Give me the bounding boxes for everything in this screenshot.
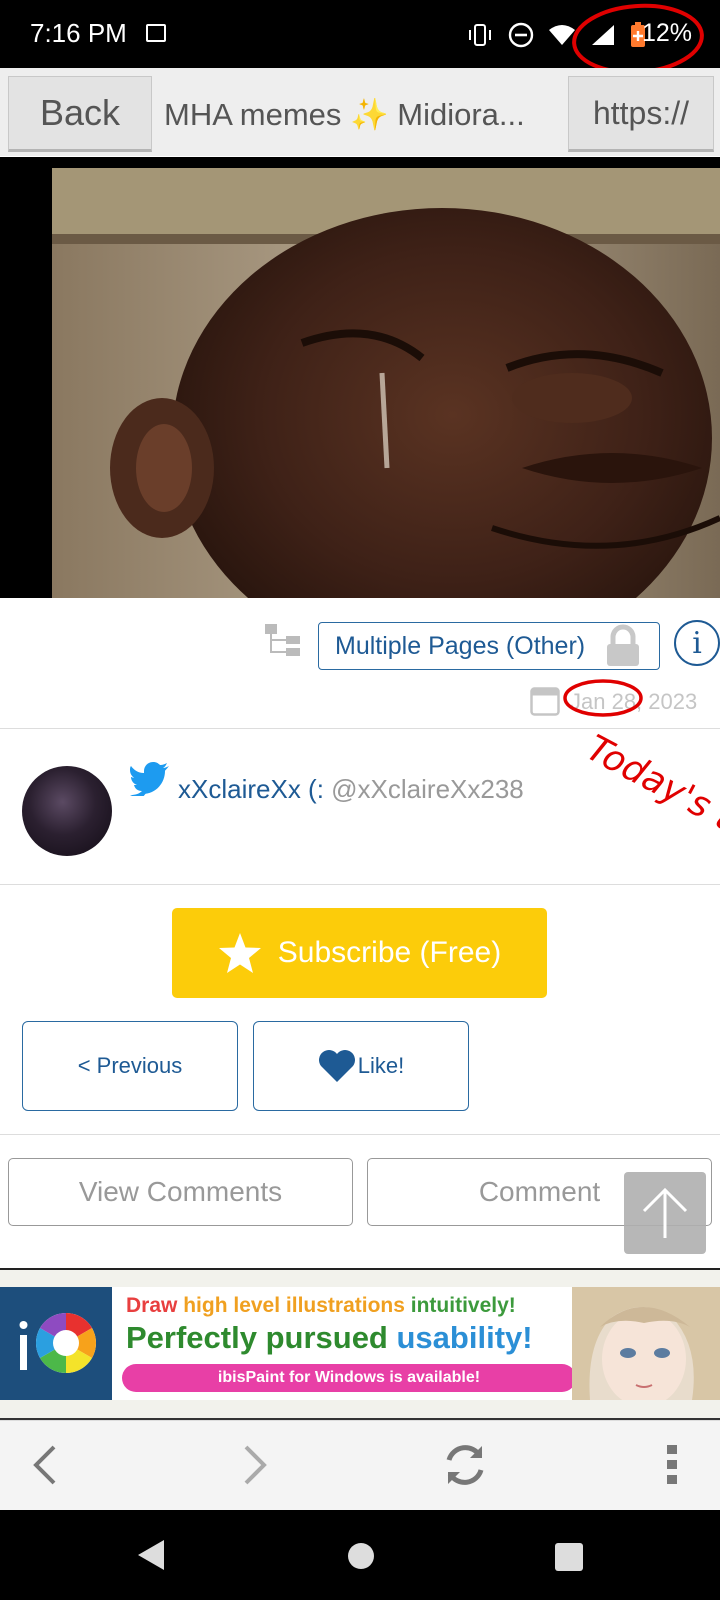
- divider: [0, 728, 720, 729]
- post-image[interactable]: [52, 168, 720, 598]
- annotation-handwriting: Today's the 27??: [580, 728, 720, 890]
- nav-back-icon[interactable]: [136, 1538, 166, 1572]
- do-not-disturb-icon: [508, 22, 534, 48]
- ad-headline-part: Draw: [126, 1294, 178, 1317]
- scroll-to-top-button[interactable]: [624, 1172, 706, 1254]
- vibrate-icon: [469, 24, 491, 46]
- divider: [0, 884, 720, 885]
- previous-button[interactable]: < Previous: [22, 1021, 238, 1111]
- like-label: Like!: [357, 1053, 405, 1078]
- info-button[interactable]: i: [674, 620, 720, 666]
- refresh-icon[interactable]: [442, 1442, 488, 1488]
- author-name[interactable]: xXclaireXx (: @xXclaireXx238: [178, 774, 524, 805]
- page-title: MHA memes ✨ Midiora...: [164, 97, 525, 132]
- divider: [0, 1134, 720, 1135]
- twitter-bird-icon: [130, 762, 169, 796]
- author-avatar[interactable]: [22, 766, 112, 856]
- arrow-up-icon: [642, 1187, 688, 1238]
- ad-cta: ibisPaint for Windows is available!: [122, 1364, 576, 1392]
- subscribe-label: Subscribe (Free): [277, 936, 502, 969]
- ibispaint-logo: [0, 1287, 112, 1400]
- like-button[interactable]: Like!: [253, 1021, 469, 1111]
- nav-recents-icon[interactable]: [554, 1542, 584, 1572]
- view-comments-button[interactable]: View Comments: [8, 1158, 353, 1226]
- browser-forward-icon[interactable]: [240, 1444, 270, 1486]
- ad-headline-part: intuitively!: [410, 1294, 516, 1317]
- author-handle: @xXclaireXx238: [331, 774, 524, 804]
- ad-subheadline-part: Perfectly pursued: [126, 1320, 388, 1355]
- tree-structure-icon: [265, 624, 300, 656]
- star-icon: [218, 933, 261, 973]
- browser-back-icon[interactable]: [30, 1444, 60, 1486]
- gallery-icon: [146, 24, 166, 42]
- ad-subheadline-part: usability!: [396, 1320, 533, 1355]
- subscribe-button[interactable]: Subscribe (Free): [172, 908, 547, 998]
- nav-home-icon[interactable]: [346, 1541, 376, 1571]
- status-time: 7:16 PM: [30, 18, 127, 48]
- ad-character-illustration: [572, 1287, 720, 1400]
- url-button[interactable]: https://: [568, 76, 714, 152]
- ad-headline-part: high level illustrations: [183, 1294, 405, 1317]
- heart-icon: [318, 1050, 355, 1082]
- annotation-date-circle: [563, 679, 643, 717]
- ad-subheadline: Perfectly pursued usability!: [126, 1320, 533, 1356]
- category-label: Multiple Pages (Other): [335, 631, 586, 660]
- more-options-icon[interactable]: [664, 1444, 680, 1486]
- author-display-name: xXclaireXx (:: [178, 774, 324, 804]
- calendar-icon: [530, 687, 560, 716]
- lock-icon: [607, 624, 639, 666]
- ad-headline: Draw high level illustrations intuitivel…: [126, 1294, 516, 1318]
- svg-text:Today's the 27??: Today's the 27??: [580, 728, 720, 890]
- browser-toolbar: [0, 1420, 720, 1510]
- back-button[interactable]: Back: [8, 76, 152, 152]
